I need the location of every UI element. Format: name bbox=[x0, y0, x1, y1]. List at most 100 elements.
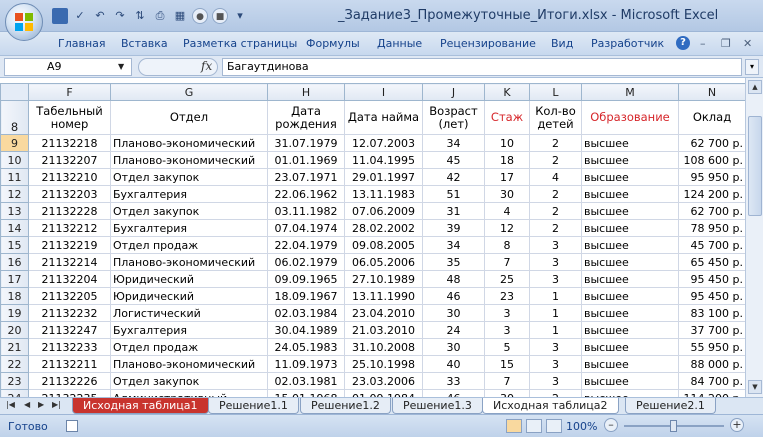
table-cell[interactable]: высшее bbox=[581, 304, 679, 322]
print-icon[interactable]: ⎙ bbox=[152, 8, 168, 24]
row-header[interactable]: 11 bbox=[0, 168, 29, 186]
table-cell[interactable]: 01.01.1969 bbox=[267, 151, 345, 169]
table-cell[interactable]: 78 950 р. bbox=[678, 219, 745, 237]
table-cell[interactable]: 51 bbox=[422, 185, 485, 203]
row-header[interactable]: 21 bbox=[0, 338, 29, 356]
table-cell[interactable]: 15.01.1968 bbox=[267, 389, 345, 397]
table-cell[interactable]: высшее bbox=[581, 185, 679, 203]
scrollbar-thumb[interactable] bbox=[748, 116, 762, 216]
table-cell[interactable]: 34 bbox=[422, 134, 485, 152]
table-cell[interactable]: 1 bbox=[529, 321, 582, 339]
table-cell[interactable]: высшее bbox=[581, 389, 679, 397]
header-cell[interactable]: Дата рождения bbox=[267, 100, 345, 135]
table-cell[interactable]: 22.06.1962 bbox=[267, 185, 345, 203]
table-cell[interactable]: 3 bbox=[529, 355, 582, 373]
table-cell[interactable]: 15 bbox=[484, 355, 530, 373]
table-cell[interactable]: Отдел закупок bbox=[110, 372, 268, 390]
table-cell[interactable]: 25.10.1998 bbox=[344, 355, 423, 373]
close-icon[interactable]: ✕ bbox=[743, 37, 752, 50]
table-cell[interactable]: высшее bbox=[581, 219, 679, 237]
table-cell[interactable]: высшее bbox=[581, 321, 679, 339]
table-cell[interactable]: 23.04.2010 bbox=[344, 304, 423, 322]
table-cell[interactable]: 12 bbox=[484, 219, 530, 237]
table-cell[interactable]: высшее bbox=[581, 253, 679, 271]
table-cell[interactable]: 21132218 bbox=[28, 134, 111, 152]
header-cell[interactable]: Дата найма bbox=[344, 100, 423, 135]
normal-view-icon[interactable] bbox=[506, 419, 522, 433]
header-cell[interactable]: Табельный номер bbox=[28, 100, 111, 135]
sheet-tab-active[interactable]: Исходная таблица2 bbox=[482, 398, 619, 414]
table-cell[interactable]: 30.04.1989 bbox=[267, 321, 345, 339]
table-cell[interactable]: Планово-экономический bbox=[110, 253, 268, 271]
table-cell[interactable]: Отдел закупок bbox=[110, 168, 268, 186]
table-cell[interactable]: 21132211 bbox=[28, 355, 111, 373]
table-cell[interactable]: 21132205 bbox=[28, 287, 111, 305]
row-header[interactable]: 9 bbox=[0, 134, 29, 152]
table-cell[interactable]: 46 bbox=[422, 389, 485, 397]
table-cell[interactable]: 21132247 bbox=[28, 321, 111, 339]
table-cell[interactable]: 3 bbox=[529, 253, 582, 271]
table-cell[interactable]: высшее bbox=[581, 151, 679, 169]
table-cell[interactable]: высшее bbox=[581, 372, 679, 390]
table-cell[interactable]: 3 bbox=[484, 321, 530, 339]
table-cell[interactable]: 03.11.1982 bbox=[267, 202, 345, 220]
header-cell[interactable]: Образование bbox=[581, 100, 679, 135]
expand-formula-bar-icon[interactable]: ▾ bbox=[745, 59, 759, 75]
select-all-corner[interactable] bbox=[0, 83, 29, 101]
tab-page-layout[interactable]: Разметка страницы bbox=[183, 37, 297, 50]
table-cell[interactable]: 29.01.1997 bbox=[344, 168, 423, 186]
table-cell[interactable]: 7 bbox=[484, 372, 530, 390]
table-cell[interactable]: 06.02.1979 bbox=[267, 253, 345, 271]
save-icon[interactable] bbox=[52, 8, 68, 24]
table-cell[interactable]: Бухгалтерия bbox=[110, 219, 268, 237]
row-header[interactable]: 12 bbox=[0, 185, 29, 203]
column-header[interactable]: N bbox=[678, 83, 745, 101]
table-cell[interactable]: 21132204 bbox=[28, 270, 111, 288]
table-cell[interactable]: Отдел закупок bbox=[110, 202, 268, 220]
table-cell[interactable]: 2 bbox=[529, 202, 582, 220]
row-header[interactable]: 22 bbox=[0, 355, 29, 373]
table-cell[interactable]: 25 bbox=[484, 270, 530, 288]
row-header[interactable]: 20 bbox=[0, 321, 29, 339]
sheet-tab[interactable]: Исходная таблица1 bbox=[72, 398, 209, 414]
table-cell[interactable]: Планово-экономический bbox=[110, 355, 268, 373]
header-cell[interactable]: Возраст (лет) bbox=[422, 100, 485, 135]
table-cell[interactable]: 13.11.1990 bbox=[344, 287, 423, 305]
table-cell[interactable]: 55 950 р. bbox=[678, 338, 745, 356]
table-cell[interactable]: 45 700 р. bbox=[678, 236, 745, 254]
tab-data[interactable]: Данные bbox=[377, 37, 422, 50]
table-cell[interactable]: 21132210 bbox=[28, 168, 111, 186]
undo-icon[interactable]: ↶ bbox=[92, 8, 108, 24]
header-cell[interactable]: Отдел bbox=[110, 100, 268, 135]
table-cell[interactable]: Юридический bbox=[110, 270, 268, 288]
table-cell[interactable]: 12.07.2003 bbox=[344, 134, 423, 152]
redo-icon[interactable]: ↷ bbox=[112, 8, 128, 24]
table-cell[interactable]: 84 700 р. bbox=[678, 372, 745, 390]
table-cell[interactable]: 40 bbox=[422, 355, 485, 373]
table-cell[interactable]: 35 bbox=[422, 253, 485, 271]
table-cell[interactable]: 2 bbox=[529, 151, 582, 169]
table-cell[interactable]: 1 bbox=[529, 287, 582, 305]
tab-developer[interactable]: Разработчик bbox=[591, 37, 664, 50]
zoom-in-icon[interactable]: + bbox=[730, 418, 744, 432]
table-cell[interactable]: 2 bbox=[529, 219, 582, 237]
table-cell[interactable]: высшее bbox=[581, 287, 679, 305]
table-cell[interactable]: Административный bbox=[110, 389, 268, 397]
table-cell[interactable]: 34 bbox=[422, 236, 485, 254]
table-cell[interactable]: 7 bbox=[484, 253, 530, 271]
table-cell[interactable]: 3 bbox=[529, 372, 582, 390]
table-cell[interactable]: 18.09.1967 bbox=[267, 287, 345, 305]
restore-icon[interactable]: ❐ bbox=[721, 37, 731, 50]
table-cell[interactable]: 27.10.1989 bbox=[344, 270, 423, 288]
table-cell[interactable]: 2 bbox=[529, 389, 582, 397]
row-header[interactable]: 23 bbox=[0, 372, 29, 390]
header-cell[interactable]: Стаж bbox=[484, 100, 530, 135]
table-cell[interactable]: 124 200 р. bbox=[678, 185, 745, 203]
table-cell[interactable]: 01.09.1984 bbox=[344, 389, 423, 397]
table-cell[interactable]: 31 bbox=[422, 202, 485, 220]
table-cell[interactable]: 30 bbox=[484, 185, 530, 203]
table-cell[interactable]: 09.08.2005 bbox=[344, 236, 423, 254]
row-header[interactable]: 24 bbox=[0, 389, 29, 397]
table-cell[interactable]: Логистический bbox=[110, 304, 268, 322]
table-cell[interactable]: Отдел продаж bbox=[110, 236, 268, 254]
